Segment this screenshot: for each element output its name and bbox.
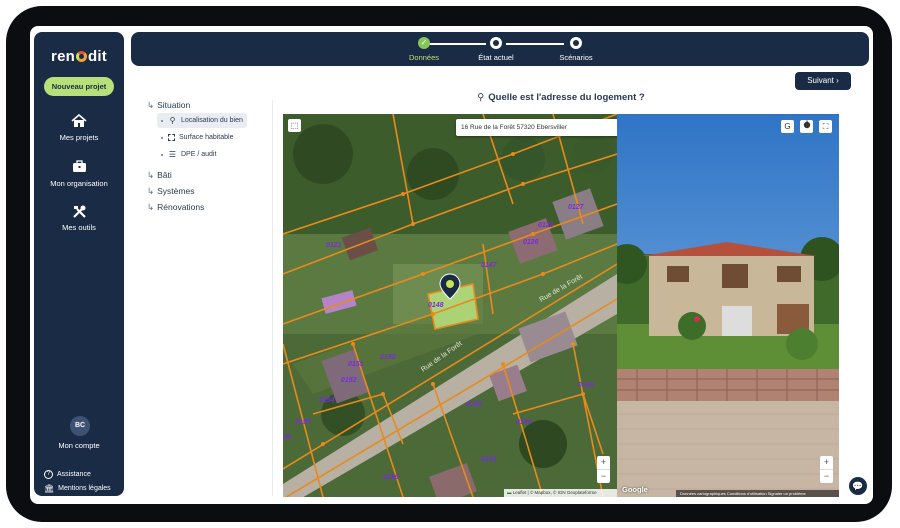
parcel-label: 0150 <box>380 354 396 361</box>
logo-ring-icon <box>76 51 87 62</box>
page-title: ⚲ Quelle est l'adresse du logement ? <box>477 92 645 103</box>
zoom-in-button[interactable]: + <box>820 456 833 469</box>
street-view-panel[interactable]: G ⛶ + − <box>617 114 839 497</box>
street-view-image[interactable] <box>617 114 839 497</box>
google-logo: Google <box>622 485 648 494</box>
parcel-label: 0194 <box>516 419 532 426</box>
app-screen: ren dit Nouveau projet Mes projets Mon or… <box>30 26 873 504</box>
parcel-label: 0128 <box>538 222 554 229</box>
return-arrow-icon: ↳ <box>147 202 155 212</box>
street-view-attribution: Données cartographiques Conditions d'uti… <box>676 490 839 497</box>
parcel-label: 0126 <box>523 239 539 246</box>
stepper-bar: ✓ Données État actuel Scénarios <box>131 32 869 66</box>
google-icon[interactable]: G <box>781 120 794 133</box>
map-canvas[interactable]: 0121 0128 0127 0126 0147 0148 0150 0151 … <box>283 114 617 497</box>
parcel-label: 0155 <box>295 419 311 426</box>
return-arrow-icon: ↳ <box>147 170 155 180</box>
step-dot <box>570 37 582 49</box>
parcel-label: 0140 <box>466 401 482 408</box>
tree-subitem-surface[interactable]: Surface habitable <box>157 130 237 145</box>
pin-icon: ⚲ <box>477 92 485 103</box>
tree-subitem-dpe[interactable]: ☰ DPE / audit <box>157 147 220 162</box>
sidebar-item-tools[interactable]: Mes outils <box>34 204 124 232</box>
new-project-button[interactable]: Nouveau projet <box>44 77 114 96</box>
account-link[interactable]: Mon compte <box>34 441 124 450</box>
avatar[interactable]: BC <box>70 416 90 436</box>
divider <box>272 100 273 496</box>
expand-icon[interactable]: ⛶ <box>819 120 832 133</box>
parcel-label: 0147 <box>481 262 498 269</box>
map-zoom-control[interactable]: + − <box>597 456 610 483</box>
pin-icon: ⚲ <box>169 116 176 125</box>
bullet-icon <box>161 153 163 156</box>
legal-link[interactable]: 🏛 Mentions légales <box>44 484 111 493</box>
sidebar: ren dit Nouveau projet Mes projets Mon or… <box>34 32 124 496</box>
parcel-label: 0121 <box>326 242 342 249</box>
next-button[interactable]: Suivant › <box>795 72 851 90</box>
chat-bubble-icon[interactable]: 💬 <box>849 477 867 495</box>
tree-item-renovations[interactable]: ↳ Rénovations <box>147 202 204 213</box>
sidebar-item-organisation[interactable]: Mon organisation <box>34 160 124 188</box>
parcel-label: 0195 <box>578 382 594 389</box>
return-arrow-icon: ↳ <box>147 100 155 110</box>
help-icon: ? <box>44 470 53 479</box>
tree-item-systemes[interactable]: ↳ Systèmes <box>147 186 194 197</box>
parcel-label: 0152 <box>341 377 357 384</box>
apple-icon[interactable] <box>800 120 813 133</box>
parcel-label: 0148 <box>428 302 444 309</box>
chevron-right-icon: › <box>836 76 839 85</box>
step-dot <box>490 37 502 49</box>
area-icon <box>168 134 175 141</box>
house-icon <box>34 113 124 130</box>
zoom-in-button[interactable]: + <box>597 456 610 469</box>
bank-icon: 🏛 <box>44 484 55 493</box>
cadastre-map[interactable]: 0121 0128 0127 0126 0147 0148 0150 0151 … <box>283 114 617 497</box>
bullet-icon <box>161 119 163 122</box>
zoom-out-button[interactable]: − <box>597 469 610 483</box>
tree-subitem-localisation[interactable]: ⚲ Localisation du bien <box>157 113 247 128</box>
step-donnees[interactable]: ✓ Données <box>389 37 459 62</box>
parcel-label: 36 <box>283 434 291 441</box>
parcel-label: 0151 <box>348 361 364 368</box>
tree-item-bati[interactable]: ↳ Bâti <box>147 170 172 181</box>
tools-icon <box>34 204 124 220</box>
step-scenarios[interactable]: Scénarios <box>541 37 611 62</box>
step-etat-actuel[interactable]: État actuel <box>461 37 531 62</box>
dpe-icon: ☰ <box>168 150 177 159</box>
tree-item-situation[interactable]: ↳ Situation <box>147 100 190 111</box>
fullscreen-select-icon[interactable]: ⬚ <box>288 119 301 132</box>
map-attribution: ▬ Leaflet | © Mapbox, © IGN Geoplateform… <box>504 489 617 497</box>
parcel-label: 0154 <box>319 397 335 404</box>
zoom-out-button[interactable]: − <box>820 469 833 483</box>
parcel-label: 0146 <box>383 474 399 481</box>
leaflet-icon: ▬ <box>507 490 512 495</box>
bullet-icon <box>161 136 163 139</box>
logo[interactable]: ren dit <box>34 48 124 65</box>
assistance-link[interactable]: ? Assistance <box>44 470 91 479</box>
sidebar-item-projects[interactable]: Mes projets <box>34 113 124 142</box>
return-arrow-icon: ↳ <box>147 186 155 196</box>
parcel-label: 0127 <box>568 204 585 211</box>
briefcase-icon <box>34 160 124 176</box>
parcel-label: 0141 <box>481 456 497 463</box>
check-icon: ✓ <box>418 37 430 49</box>
street-zoom-control[interactable]: + − <box>820 456 833 483</box>
